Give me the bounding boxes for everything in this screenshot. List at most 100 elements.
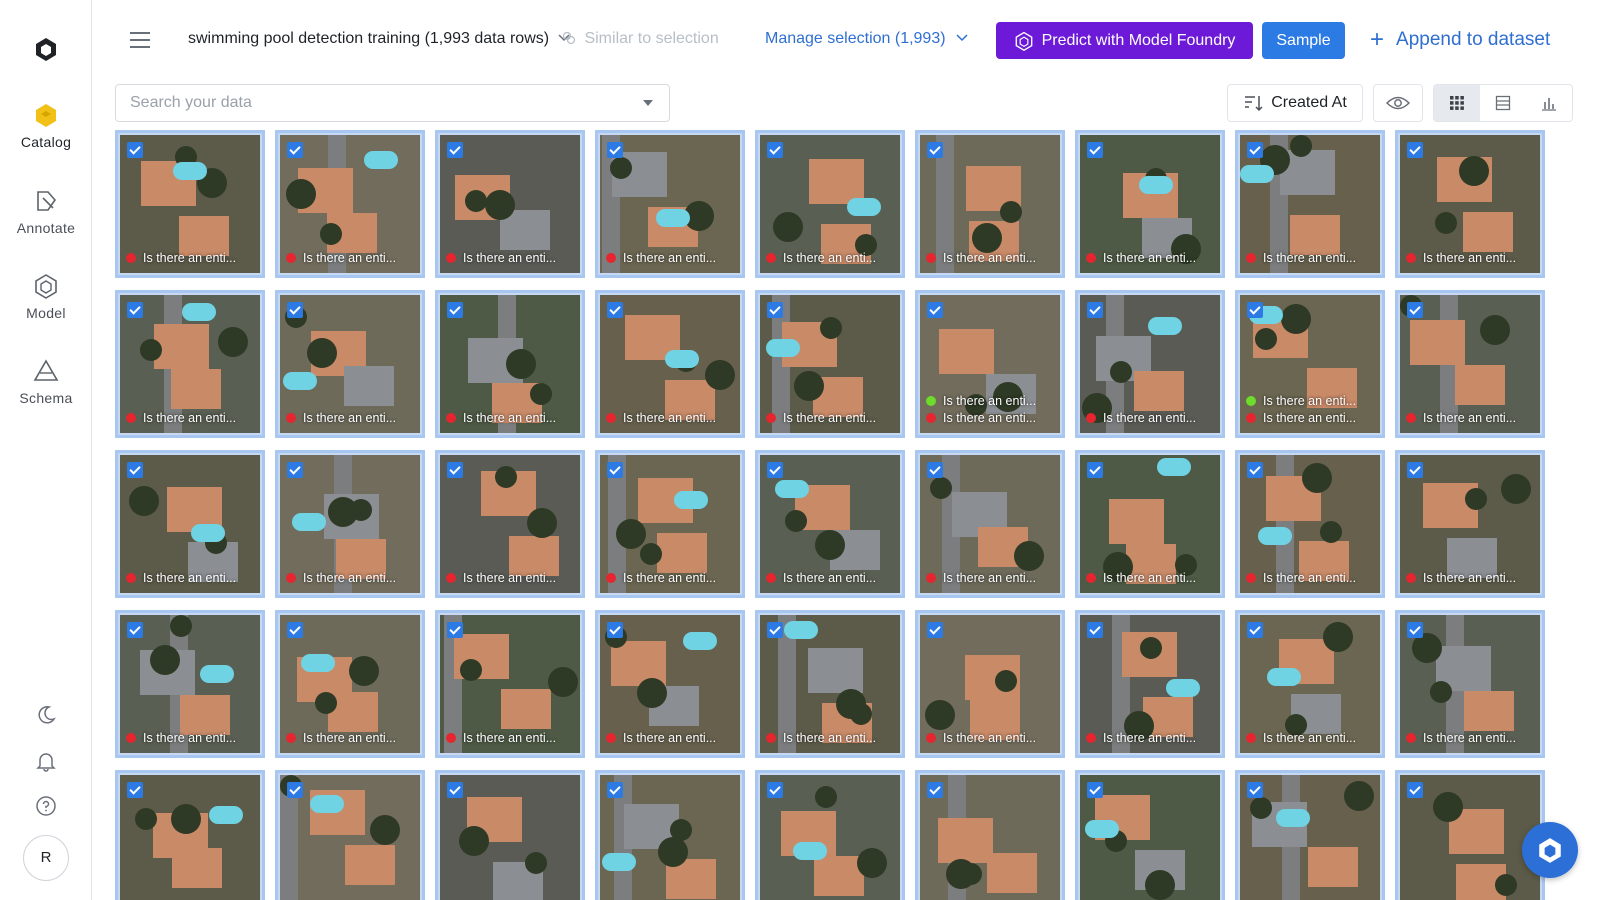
data-row-tile[interactable]: Is there an enti... (1075, 130, 1225, 278)
sort-button[interactable]: Created At (1227, 84, 1363, 122)
selection-checkbox[interactable] (1087, 142, 1103, 158)
data-row-tile[interactable]: Is there an enti... (1075, 290, 1225, 438)
selection-checkbox[interactable] (927, 462, 943, 478)
dropdown-caret-icon[interactable] (643, 100, 653, 106)
selection-checkbox[interactable] (1407, 462, 1423, 478)
data-row-tile[interactable]: Is there an enti... (435, 450, 585, 598)
selection-checkbox[interactable] (607, 142, 623, 158)
data-row-tile[interactable]: Is there an enti... Is there an enti... (915, 290, 1065, 438)
data-row-tile[interactable]: Is there an enti... (115, 130, 265, 278)
selection-checkbox[interactable] (1247, 622, 1263, 638)
selection-checkbox[interactable] (1247, 462, 1263, 478)
selection-checkbox[interactable] (1247, 302, 1263, 318)
data-row-tile[interactable]: Is there an enti... (595, 290, 745, 438)
data-row-tile[interactable]: Is there an enti... (755, 450, 905, 598)
assistant-button[interactable] (1522, 822, 1578, 878)
dataset-title[interactable]: swimming pool detection training (1,993 … (188, 30, 570, 48)
data-row-tile[interactable] (1235, 770, 1385, 900)
selection-checkbox[interactable] (1407, 142, 1423, 158)
append-to-dataset-button[interactable]: + Append to dataset (1370, 26, 1550, 54)
selection-checkbox[interactable] (767, 302, 783, 318)
selection-checkbox[interactable] (127, 622, 143, 638)
data-row-tile[interactable]: Is there an enti... (915, 130, 1065, 278)
data-row-tile[interactable]: Is there an enti... (435, 610, 585, 758)
selection-checkbox[interactable] (1087, 302, 1103, 318)
data-row-tile[interactable]: Is there an enti... Is there an enti... (1235, 290, 1385, 438)
data-row-tile[interactable]: Is there an enti... (115, 450, 265, 598)
selection-checkbox[interactable] (927, 622, 943, 638)
data-row-tile[interactable]: Is there an enti... (1075, 450, 1225, 598)
sidebar-item-catalog[interactable]: Catalog (0, 102, 92, 172)
data-row-tile[interactable] (1395, 770, 1545, 900)
analytics-view-button[interactable] (1526, 85, 1572, 121)
selection-checkbox[interactable] (767, 462, 783, 478)
data-row-tile[interactable]: Is there an enti... (275, 290, 425, 438)
data-row-tile[interactable]: Is there an enti... (1395, 130, 1545, 278)
selection-checkbox[interactable] (767, 782, 783, 798)
visibility-toggle[interactable] (1373, 84, 1423, 122)
data-row-tile[interactable]: Is there an enti... (275, 450, 425, 598)
manage-selection-button[interactable]: Manage selection (1,993) (765, 30, 968, 48)
selection-checkbox[interactable] (1407, 302, 1423, 318)
selection-checkbox[interactable] (1247, 782, 1263, 798)
predict-with-model-foundry-button[interactable]: Predict with Model Foundry (996, 22, 1253, 59)
data-row-tile[interactable] (915, 770, 1065, 900)
sidebar-item-schema[interactable]: Schema (0, 358, 92, 428)
selection-checkbox[interactable] (127, 782, 143, 798)
data-row-tile[interactable]: Is there an enti... (1235, 450, 1385, 598)
search-input[interactable] (116, 85, 616, 121)
data-row-tile[interactable] (275, 770, 425, 900)
avatar[interactable]: R (23, 835, 69, 881)
data-row-tile[interactable]: Is there an enti... (1235, 610, 1385, 758)
data-row-tile[interactable]: Is there an enti... (115, 290, 265, 438)
selection-checkbox[interactable] (927, 782, 943, 798)
data-row-tile[interactable]: Is there an enti... (595, 130, 745, 278)
data-row-tile[interactable]: Is there an enti... (595, 610, 745, 758)
data-row-tile[interactable]: Is there an enti... (755, 130, 905, 278)
sidebar-item-model[interactable]: Model (0, 273, 92, 343)
selection-checkbox[interactable] (287, 782, 303, 798)
selection-checkbox[interactable] (447, 622, 463, 638)
selection-checkbox[interactable] (1087, 782, 1103, 798)
data-row-tile[interactable] (755, 770, 905, 900)
data-row-tile[interactable]: Is there an enti... (435, 290, 585, 438)
selection-checkbox[interactable] (447, 782, 463, 798)
sidebar-item-annotate[interactable]: Annotate (0, 188, 92, 258)
selection-checkbox[interactable] (287, 142, 303, 158)
data-row-tile[interactable]: Is there an enti... (915, 450, 1065, 598)
selection-checkbox[interactable] (127, 142, 143, 158)
selection-checkbox[interactable] (607, 462, 623, 478)
data-row-tile[interactable]: Is there an enti... (1395, 450, 1545, 598)
selection-checkbox[interactable] (287, 302, 303, 318)
data-row-tile[interactable]: Is there an enti... (915, 610, 1065, 758)
selection-checkbox[interactable] (127, 302, 143, 318)
search-box[interactable] (115, 84, 670, 122)
selection-checkbox[interactable] (1407, 622, 1423, 638)
data-row-tile[interactable]: Is there an enti... (1235, 130, 1385, 278)
grid-view-button[interactable] (1434, 85, 1480, 121)
data-row-tile[interactable] (595, 770, 745, 900)
menu-icon[interactable] (130, 32, 150, 48)
dark-mode-toggle[interactable] (0, 704, 92, 726)
data-row-tile[interactable] (435, 770, 585, 900)
selection-checkbox[interactable] (1087, 622, 1103, 638)
list-view-button[interactable] (1480, 85, 1526, 121)
selection-checkbox[interactable] (607, 622, 623, 638)
selection-checkbox[interactable] (767, 622, 783, 638)
selection-checkbox[interactable] (927, 302, 943, 318)
data-row-tile[interactable]: Is there an enti... (115, 610, 265, 758)
selection-checkbox[interactable] (767, 142, 783, 158)
data-row-tile[interactable]: Is there an enti... (1395, 610, 1545, 758)
data-row-tile[interactable]: Is there an enti... (1075, 610, 1225, 758)
data-row-tile[interactable]: Is there an enti... (595, 450, 745, 598)
notifications-button[interactable] (0, 750, 92, 772)
selection-checkbox[interactable] (287, 622, 303, 638)
labelbox-logo-icon[interactable] (33, 36, 59, 62)
data-row-tile[interactable]: Is there an enti... (755, 610, 905, 758)
data-row-tile[interactable] (1075, 770, 1225, 900)
data-row-tile[interactable]: Is there an enti... (755, 290, 905, 438)
selection-checkbox[interactable] (1087, 462, 1103, 478)
similar-to-selection-button[interactable]: Similar to selection (562, 30, 719, 48)
data-row-tile[interactable]: Is there an enti... (275, 130, 425, 278)
selection-checkbox[interactable] (287, 462, 303, 478)
